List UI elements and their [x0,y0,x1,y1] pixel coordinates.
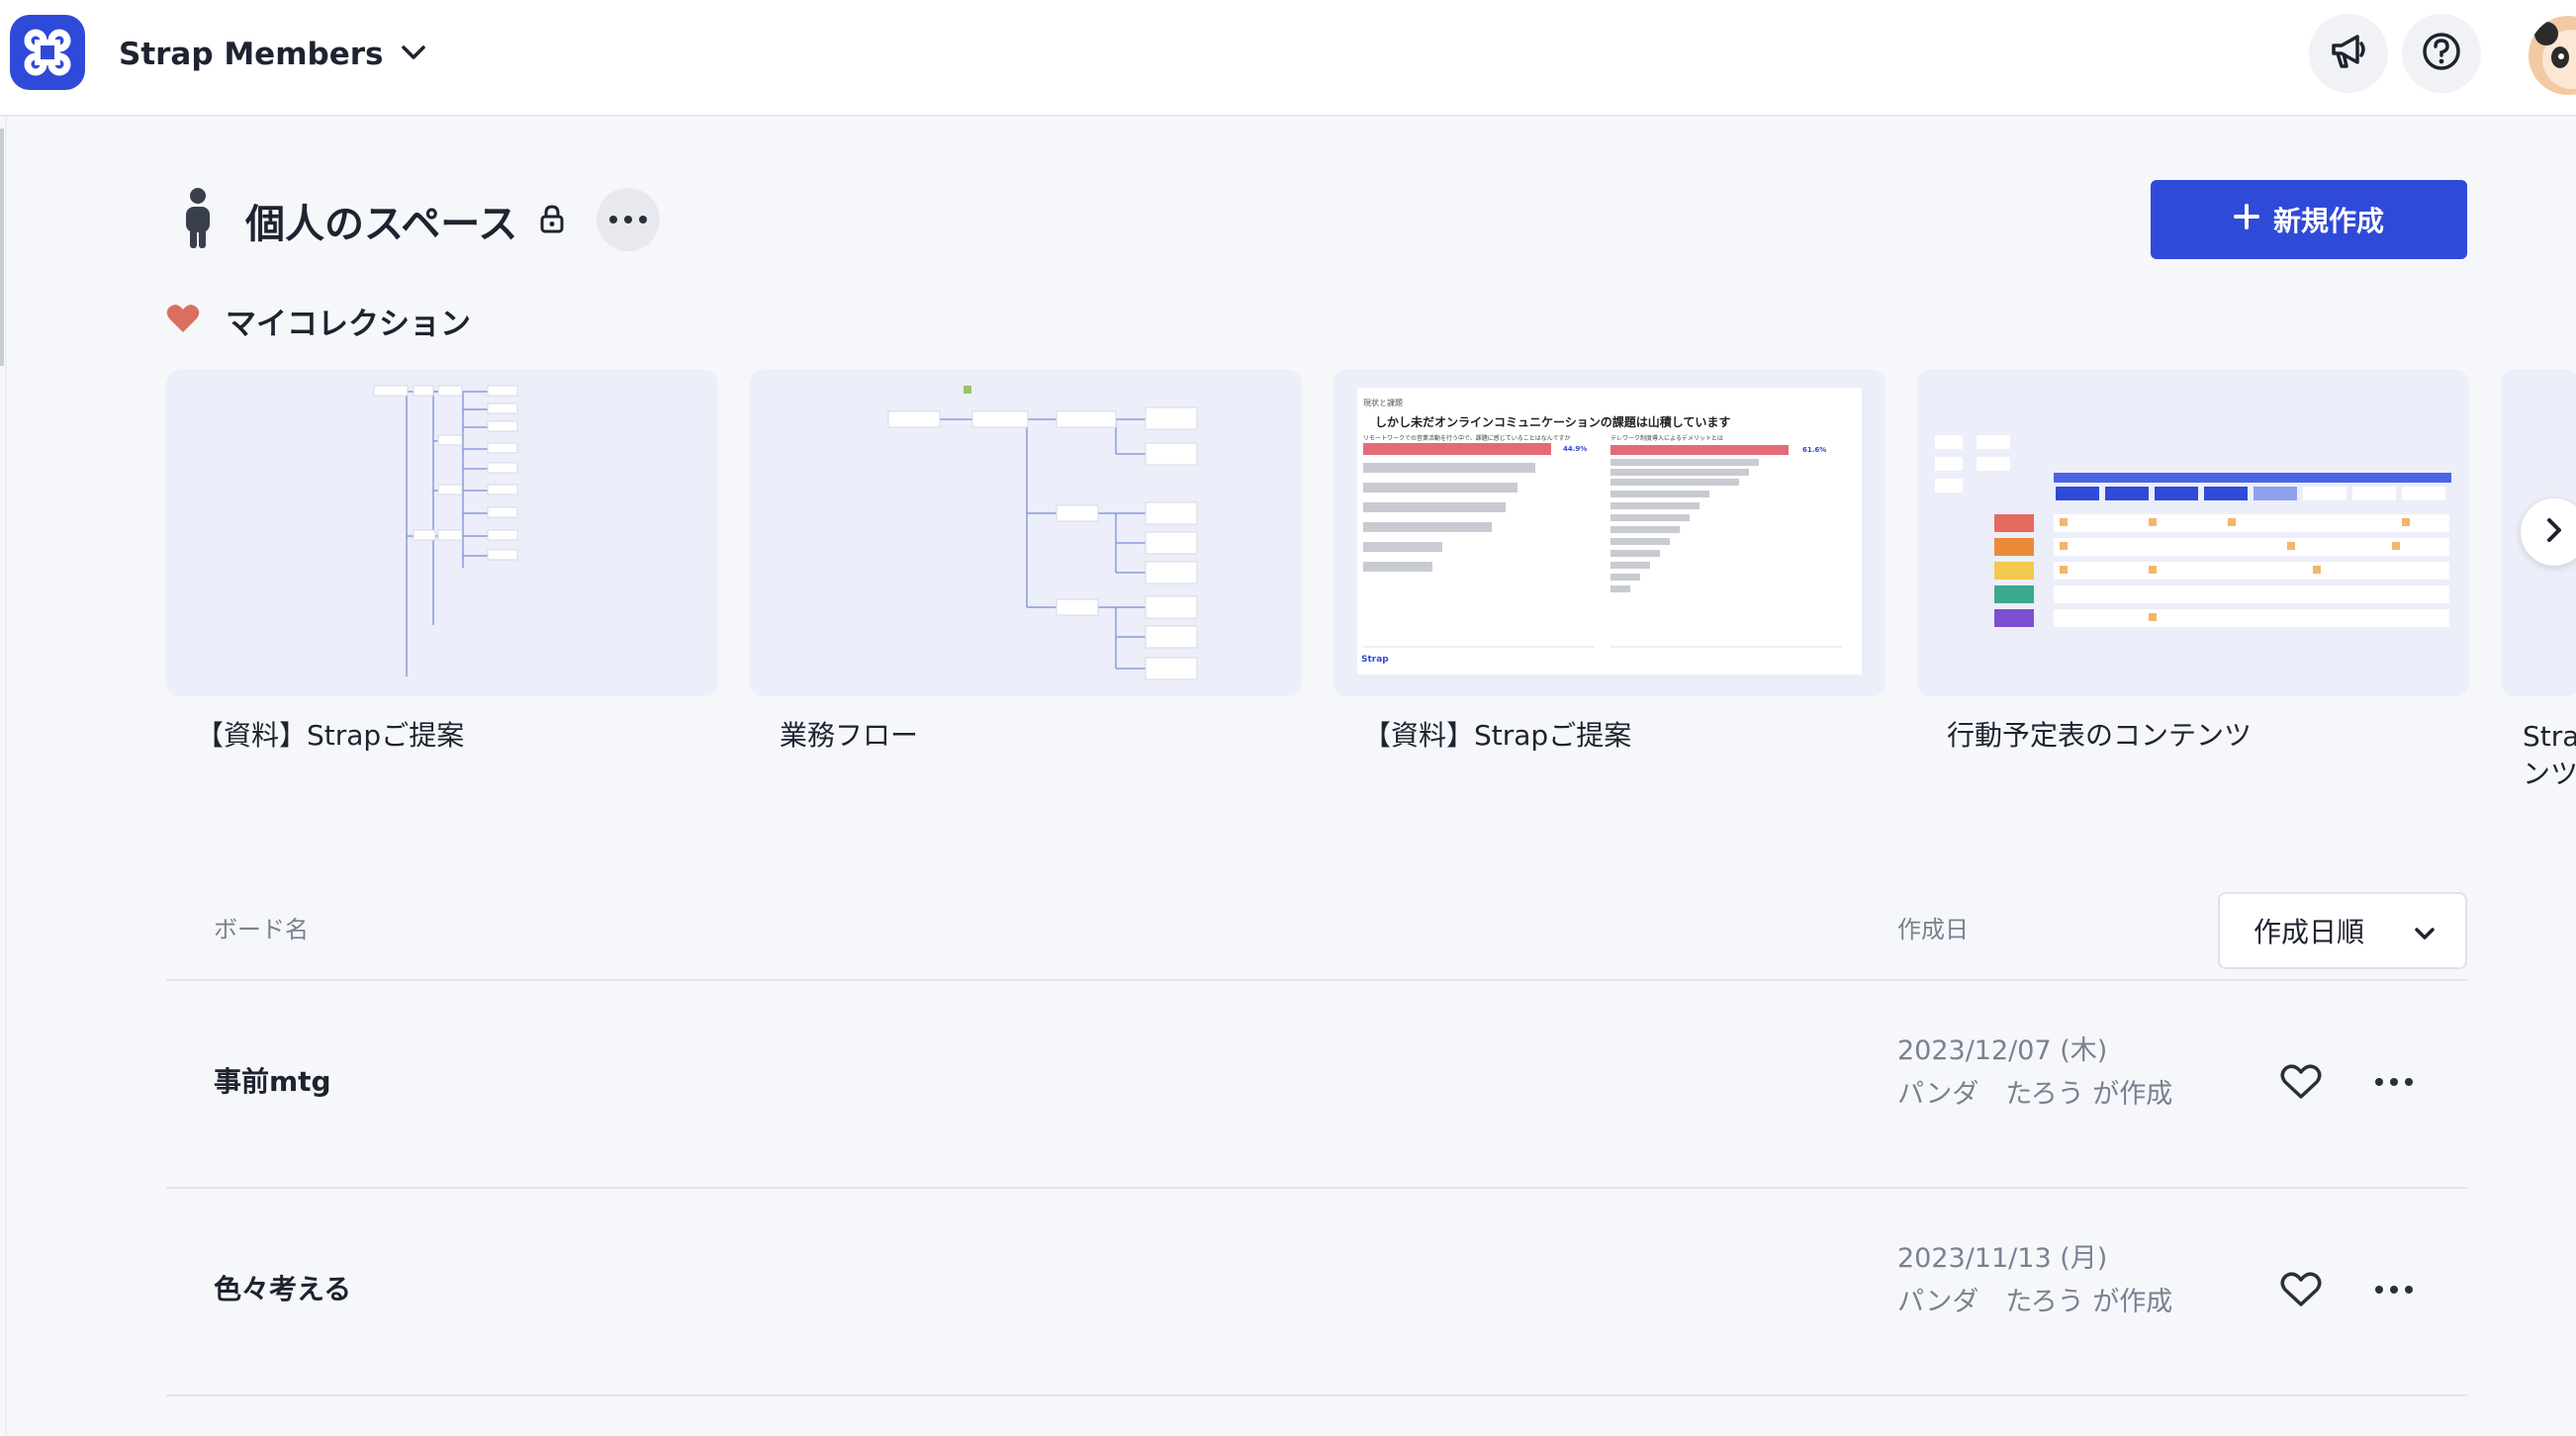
sort-select[interactable]: 作成日順 [2218,892,2467,969]
question-circle-icon [2421,31,2462,76]
new-board-label: 新規作成 [2272,205,2384,237]
table-row[interactable]: 事前mtg 2023/12/07 (木) パンダ たろう が作成 [166,981,2467,1189]
more-horizontal-icon [2375,1286,2413,1294]
favorite-heart-icon[interactable] [2271,1052,2331,1112]
collection-card[interactable]: 現状と課題 しかし未だオンラインコミュニケーションの課題は山積しています リモー… [1334,370,1886,760]
board-created-date: 2023/11/13 (月) [1897,1243,2108,1274]
top-header: Strap Members [0,0,2576,117]
help-button[interactable] [2402,14,2481,93]
plus-icon [2233,203,2259,236]
lock-icon [539,204,565,237]
card-thumbnail [166,370,718,696]
heart-icon [166,304,200,337]
avatar[interactable] [2529,16,2576,95]
workspace-switcher[interactable]: Strap Members [119,30,426,79]
more-horizontal-icon [2375,1078,2413,1086]
card-thumbnail [750,370,1302,696]
more-horizontal-icon [609,216,647,224]
sidebar-divider [5,117,7,1436]
card-title: Strapンツ [2523,720,2576,790]
card-title: 【資料】Strapご提案 [196,719,465,752]
card-title: 業務フロー [780,719,919,752]
collection-card[interactable]: 業務フロー [750,370,1302,760]
chevron-right-icon [2545,517,2563,547]
sort-select-value: 作成日順 [2254,916,2365,948]
collection-card[interactable]: 行動予定表のコンテンツ [1917,370,2469,760]
new-board-button[interactable]: 新規作成 [2151,180,2467,259]
page-title: 個人のスペース [245,202,518,247]
row-more-button[interactable] [2364,1052,2424,1112]
space-heading: 個人のスペース [178,186,565,255]
collection-card[interactable]: Strapンツ [2501,370,2576,793]
card-title: 【資料】Strapご提案 [1363,719,1632,752]
chevron-down-icon [2414,915,2436,947]
slide-left-pct: 44.9% [1563,445,1588,453]
scroll-edge [0,129,4,366]
collection-card[interactable]: 【資料】Strapご提案 [166,370,718,760]
board-name[interactable]: 色々考える [214,1268,351,1307]
megaphone-icon [2328,33,2369,74]
slide-right-pct: 61.6% [1802,446,1827,454]
space-more-button[interactable] [597,188,660,251]
row-more-button[interactable] [2364,1260,2424,1319]
slide-brand: Strap [1361,655,1389,665]
board-list-header: ボード名 作成日 [166,890,2467,981]
workspace-name: Strap Members [119,37,384,72]
slide-preview: 現状と課題 しかし未だオンラインコミュニケーションの課題は山積しています リモー… [1357,388,1862,674]
board-name[interactable]: 事前mtg [214,1060,331,1100]
announcement-button[interactable] [2309,14,2388,93]
table-row[interactable]: 色々考える 2023/11/13 (月) パンダ たろう が作成 [166,1189,2467,1396]
collection-title: マイコレクション [226,306,471,342]
board-creator: パンダ たろう が作成 [1897,1287,2173,1317]
strap-logo-icon[interactable] [10,15,85,90]
person-icon [178,187,218,254]
card-thumbnail: 現状と課題 しかし未だオンラインコミュニケーションの課題は山積しています リモー… [1334,370,1886,696]
column-board-name: ボード名 [214,916,309,943]
chevron-down-icon [401,45,426,64]
board-creator: パンダ たろう が作成 [1897,1079,2173,1110]
favorite-heart-icon[interactable] [2271,1260,2331,1319]
card-thumbnail [1917,370,2469,696]
board-created-date: 2023/12/07 (木) [1897,1035,2108,1066]
column-created-date: 作成日 [1897,916,1969,943]
collection-heading: マイコレクション [166,299,471,342]
card-title: 行動予定表のコンテンツ [1947,719,2253,752]
